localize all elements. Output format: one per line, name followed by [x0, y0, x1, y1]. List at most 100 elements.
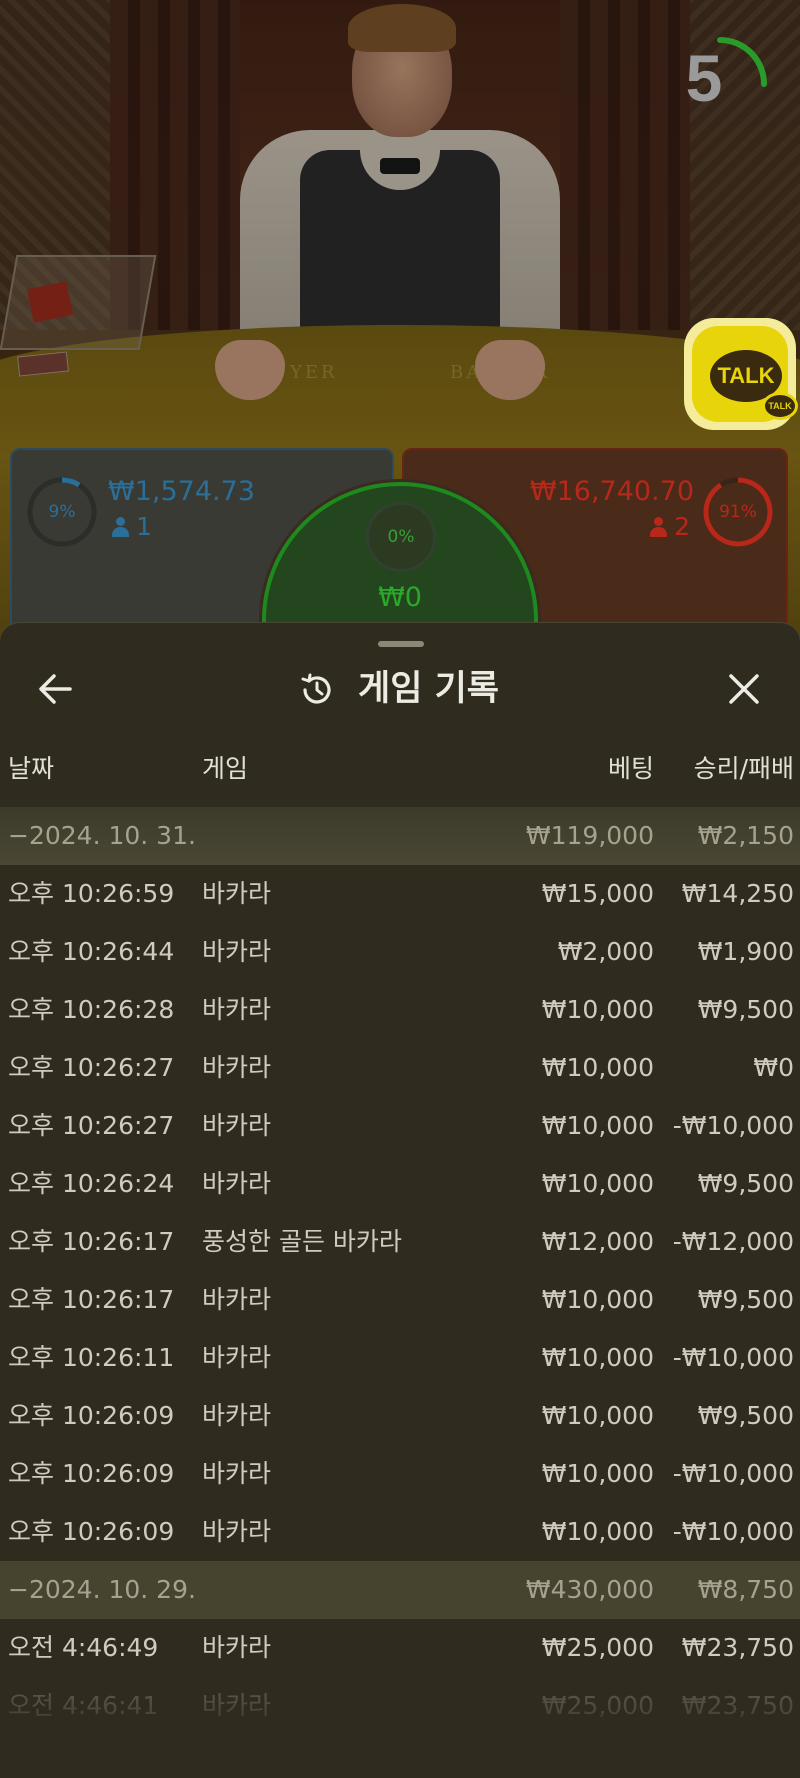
player-bettor-count: 1 [112, 512, 152, 541]
arrow-left-icon [39, 674, 72, 704]
history-row[interactable]: 오후 10:26:11 바카라 ₩10,000 -₩10,000 [0, 1329, 800, 1387]
close-button[interactable] [718, 663, 770, 715]
group-date: −2024. 10. 31. [8, 821, 196, 850]
history-row[interactable]: 오후 10:26:17 풍성한 골든 바카라 ₩12,000 -₩12,000 [0, 1213, 800, 1271]
banker-bet-amount: ₩16,740.70 [529, 476, 694, 507]
row-result: ₩23,750 [681, 1691, 794, 1720]
row-result: ₩9,500 [697, 1169, 794, 1198]
row-time: 오후 10:26:17 [8, 1227, 175, 1256]
row-bet: ₩2,000 [557, 937, 654, 966]
banker-percent-ring: 91% [702, 476, 774, 548]
group-result-total: ₩2,150 [697, 821, 794, 850]
row-game: 바카라 [202, 1169, 272, 1198]
row-result: ₩23,750 [681, 1633, 794, 1662]
row-time: 오후 10:26:11 [8, 1343, 175, 1372]
history-row[interactable]: 오전 4:46:41 바카라 ₩25,000 ₩23,750 [0, 1677, 800, 1735]
row-game: 풍성한 골든 바카라 [202, 1227, 402, 1256]
row-time: 오전 4:46:41 [8, 1691, 159, 1720]
person-icon [112, 517, 129, 537]
history-row[interactable]: 오후 10:26:27 바카라 ₩10,000 -₩10,000 [0, 1097, 800, 1155]
row-game: 바카라 [202, 1053, 272, 1082]
row-game: 바카라 [202, 937, 272, 966]
back-button[interactable] [30, 663, 82, 715]
talk-small-bubble-icon: TALK [762, 392, 798, 420]
tie-percent: 0% [366, 502, 436, 572]
column-date: 날짜 [8, 754, 55, 783]
bet-countdown-timer: 5 [674, 28, 774, 128]
row-game: 바카라 [202, 1691, 272, 1720]
row-time: 오후 10:26:59 [8, 879, 175, 908]
row-result: ₩14,250 [681, 879, 794, 908]
column-bet: 베팅 [607, 754, 654, 783]
sheet-title: 게임 기록 [358, 669, 499, 709]
player-bet-amount: ₩1,574.73 [108, 476, 255, 507]
player-percent-ring: 9% [26, 476, 98, 548]
row-time: 오후 10:26:24 [8, 1169, 175, 1198]
row-result: -₩10,000 [672, 1343, 794, 1372]
history-row[interactable]: 오후 10:26:09 바카라 ₩10,000 -₩10,000 [0, 1503, 800, 1561]
row-bet: ₩10,000 [541, 1401, 654, 1430]
row-game: 바카라 [202, 1633, 272, 1662]
row-bet: ₩10,000 [541, 1517, 654, 1546]
row-time: 오후 10:26:27 [8, 1053, 175, 1082]
row-time: 오후 10:26:09 [8, 1401, 175, 1430]
column-game: 게임 [202, 754, 249, 783]
row-time: 오후 10:26:44 [8, 937, 175, 966]
row-game: 바카라 [202, 1459, 272, 1488]
column-result: 승리/패배 [693, 754, 794, 783]
row-result: -₩10,000 [672, 1459, 794, 1488]
group-bet-total: ₩430,000 [525, 1575, 654, 1604]
row-bet: ₩15,000 [541, 879, 654, 908]
row-game: 바카라 [202, 1517, 272, 1546]
row-result: ₩0 [753, 1053, 794, 1082]
row-bet: ₩25,000 [541, 1633, 654, 1662]
row-time: 오후 10:26:28 [8, 995, 175, 1024]
close-icon [729, 674, 759, 704]
history-row[interactable]: 오후 10:26:27 바카라 ₩10,000 ₩0 [0, 1039, 800, 1097]
person-icon [650, 517, 668, 537]
kakao-talk-button[interactable]: TALK TALK [684, 318, 798, 430]
row-time: 오후 10:26:09 [8, 1459, 175, 1488]
row-bet: ₩25,000 [541, 1691, 654, 1720]
row-result: ₩9,500 [697, 995, 794, 1024]
row-bet: ₩10,000 [541, 995, 654, 1024]
row-bet: ₩10,000 [541, 1053, 654, 1082]
history-icon [301, 673, 331, 704]
row-bet: ₩12,000 [541, 1227, 654, 1256]
banker-bettor-count: 2 [650, 512, 690, 541]
sheet-drag-handle[interactable] [378, 641, 424, 647]
banker-percent: 91% [719, 502, 757, 522]
row-bet: ₩10,000 [541, 1343, 654, 1372]
history-column-headers: 날짜 게임 베팅 승리/패배 [0, 747, 800, 791]
history-row[interactable]: 오후 10:26:17 바카라 ₩10,000 ₩9,500 [0, 1271, 800, 1329]
row-result: -₩12,000 [672, 1227, 794, 1256]
row-result: ₩9,500 [697, 1285, 794, 1314]
tie-bet-amount: ₩0 [378, 582, 422, 613]
group-result-total: ₩8,750 [697, 1575, 794, 1604]
history-row[interactable]: 오후 10:26:09 바카라 ₩10,000 ₩9,500 [0, 1387, 800, 1445]
history-row[interactable]: 오후 10:26:59 바카라 ₩15,000 ₩14,250 [0, 865, 800, 923]
history-row[interactable]: 오후 10:26:09 바카라 ₩10,000 -₩10,000 [0, 1445, 800, 1503]
row-time: 오후 10:26:17 [8, 1285, 175, 1314]
row-bet: ₩10,000 [541, 1111, 654, 1140]
row-bet: ₩10,000 [541, 1285, 654, 1314]
history-list: −2024. 10. 31. ₩119,000 ₩2,150 오후 10:26:59 바… [0, 807, 800, 1735]
row-result: -₩10,000 [672, 1111, 794, 1140]
group-date: −2024. 10. 29. [8, 1575, 196, 1604]
history-row[interactable]: 오후 10:26:24 바카라 ₩10,000 ₩9,500 [0, 1155, 800, 1213]
group-bet-total: ₩119,000 [525, 821, 654, 850]
row-time: 오전 4:46:49 [8, 1633, 159, 1662]
player-percent: 9% [48, 502, 76, 522]
history-row[interactable]: 오후 10:26:28 바카라 ₩10,000 ₩9,500 [0, 981, 800, 1039]
date-group-header[interactable]: −2024. 10. 29. ₩430,000 ₩8,750 [0, 1561, 800, 1619]
row-game: 바카라 [202, 1111, 272, 1140]
history-row[interactable]: 오후 10:26:44 바카라 ₩2,000 ₩1,900 [0, 923, 800, 981]
row-bet: ₩10,000 [541, 1459, 654, 1488]
row-result: ₩1,900 [697, 937, 794, 966]
date-group-header[interactable]: −2024. 10. 31. ₩119,000 ₩2,150 [0, 807, 800, 865]
row-game: 바카라 [202, 879, 272, 908]
row-time: 오후 10:26:09 [8, 1517, 175, 1546]
row-game: 바카라 [202, 995, 272, 1024]
history-row[interactable]: 오전 4:46:49 바카라 ₩25,000 ₩23,750 [0, 1619, 800, 1677]
timer-seconds: 5 [685, 41, 723, 115]
